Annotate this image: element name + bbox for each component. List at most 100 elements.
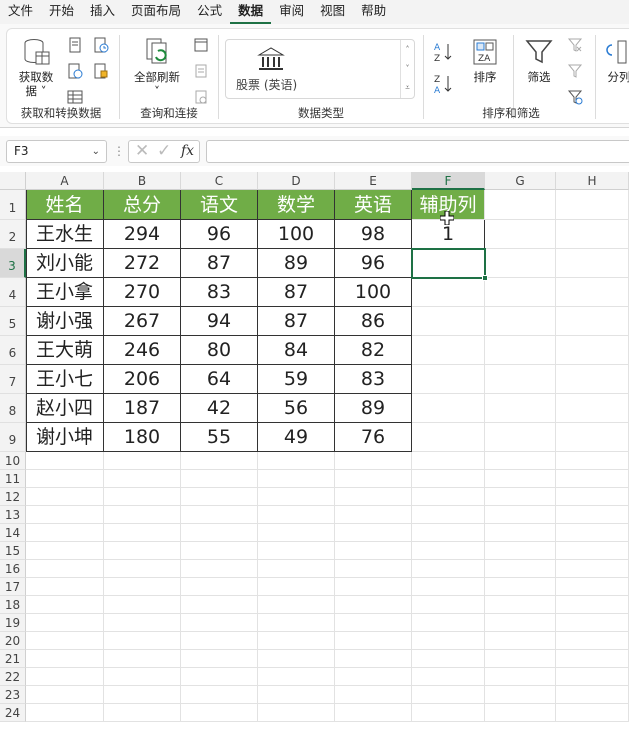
table-cell[interactable]: 80 [181,336,258,365]
table-cell[interactable]: 王小七 [26,365,104,394]
gallery-scroll[interactable]: ˄ ˅ ⩡ [400,40,414,98]
table-cell[interactable]: 87 [258,307,335,336]
table-cell[interactable]: 王水生 [26,220,104,249]
edit-links-icon[interactable] [193,89,209,105]
table-cell[interactable]: 246 [104,336,181,365]
cell[interactable] [104,488,181,506]
stock-datatype-gallery[interactable]: 股票 (英语) ˄ ˅ ⩡ [225,39,415,99]
table-cell[interactable]: 42 [181,394,258,423]
cell[interactable] [335,632,412,650]
table-cell[interactable] [412,307,485,336]
cell[interactable] [104,524,181,542]
cell[interactable] [556,596,629,614]
cell[interactable] [556,668,629,686]
reapply-filter-icon[interactable] [567,63,583,79]
table-cell[interactable] [412,365,485,394]
formula-input[interactable] [206,140,629,163]
fill-handle[interactable] [482,275,488,281]
cell[interactable] [412,704,485,722]
menu-item-5[interactable]: 数据 [230,0,272,24]
insert-function-icon[interactable]: fx [181,141,194,162]
table-range-icon[interactable] [67,89,83,105]
table-cell[interactable]: 59 [258,365,335,394]
cell[interactable] [181,668,258,686]
properties-icon[interactable] [193,63,209,79]
cell[interactable] [412,542,485,560]
cell[interactable] [412,488,485,506]
cell[interactable] [412,452,485,470]
cell[interactable] [335,686,412,704]
table-cell[interactable]: 89 [335,394,412,423]
cell[interactable] [335,524,412,542]
column-header-H[interactable]: H [556,172,629,190]
cell[interactable] [485,190,556,220]
cell[interactable] [258,596,335,614]
menu-item-3[interactable]: 页面布局 [123,0,189,24]
menu-item-4[interactable]: 公式 [189,0,230,24]
cell[interactable] [104,650,181,668]
cell[interactable] [412,632,485,650]
sort-descending-icon[interactable]: ZA [433,73,455,95]
column-header-C[interactable]: C [181,172,258,190]
table-cell[interactable]: 98 [335,220,412,249]
table-cell[interactable]: 100 [335,278,412,307]
cell[interactable] [258,470,335,488]
cell[interactable] [181,542,258,560]
existing-connections-icon[interactable] [93,63,109,79]
cell[interactable] [556,470,629,488]
table-cell[interactable]: 187 [104,394,181,423]
table-cell[interactable] [412,423,485,452]
cell[interactable] [181,632,258,650]
cell[interactable] [104,668,181,686]
table-header-cell[interactable]: 数学 [258,190,335,220]
cell[interactable] [26,578,104,596]
cell[interactable] [181,452,258,470]
row-header-6[interactable]: 6 [0,336,26,365]
cell[interactable] [485,488,556,506]
column-header-D[interactable]: D [258,172,335,190]
cell[interactable] [335,614,412,632]
row-header-15[interactable]: 15 [0,542,26,560]
cell[interactable] [104,704,181,722]
cell[interactable] [412,560,485,578]
cell[interactable] [181,506,258,524]
table-cell[interactable] [412,336,485,365]
table-cell[interactable]: 谢小坤 [26,423,104,452]
cell[interactable] [258,704,335,722]
row-header-12[interactable]: 12 [0,488,26,506]
cell[interactable] [26,470,104,488]
cell[interactable] [485,470,556,488]
cell[interactable] [335,452,412,470]
cell[interactable] [258,524,335,542]
cell[interactable] [104,506,181,524]
table-cell[interactable]: 100 [258,220,335,249]
queries-connections-icon[interactable] [193,37,209,53]
cell[interactable] [258,686,335,704]
cell[interactable] [335,578,412,596]
cell[interactable] [412,614,485,632]
cell[interactable] [556,704,629,722]
cell[interactable] [335,506,412,524]
cell[interactable] [26,506,104,524]
cell[interactable] [26,704,104,722]
row-header-19[interactable]: 19 [0,614,26,632]
cell[interactable] [412,470,485,488]
cell[interactable] [556,542,629,560]
cell[interactable] [335,650,412,668]
table-cell[interactable]: 96 [335,249,412,278]
cell[interactable] [26,524,104,542]
cell[interactable] [26,488,104,506]
cell[interactable] [181,578,258,596]
table-cell[interactable]: 270 [104,278,181,307]
cell[interactable] [412,524,485,542]
cell[interactable] [26,614,104,632]
column-header-G[interactable]: G [485,172,556,190]
cell[interactable] [485,249,556,278]
cell[interactable] [104,542,181,560]
cell[interactable] [556,423,629,452]
column-header-F[interactable]: F [412,172,485,190]
cancel-icon[interactable]: ✕ [135,141,149,162]
table-cell[interactable]: 89 [258,249,335,278]
cell[interactable] [556,632,629,650]
table-cell[interactable]: 55 [181,423,258,452]
